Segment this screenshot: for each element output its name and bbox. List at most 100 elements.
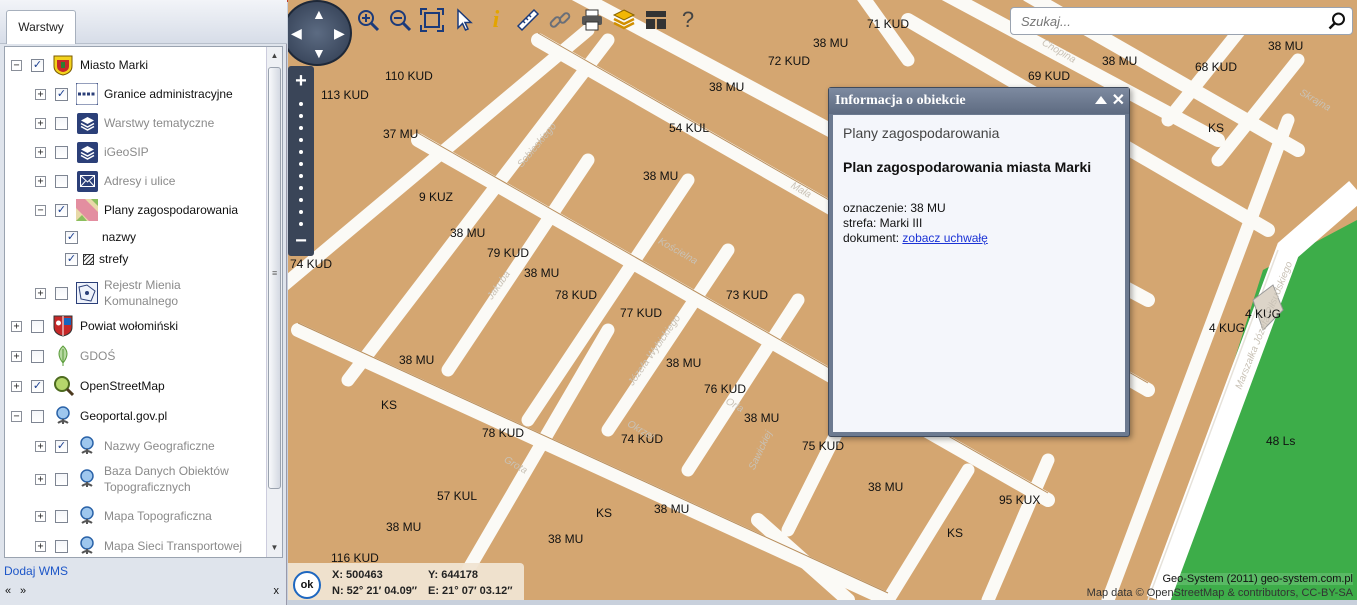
zoom-in-icon[interactable]	[354, 6, 382, 34]
layer-checkbox[interactable]	[55, 174, 68, 188]
expand-toggle[interactable]: +	[35, 287, 46, 299]
layer-checkbox[interactable]	[55, 145, 68, 159]
layer-row-miasto-marki[interactable]: − ✓ Miasto Marki	[11, 52, 148, 78]
layer-checkbox[interactable]: ✓	[65, 252, 78, 266]
scroll-down-arrow-icon[interactable]: ▼	[268, 541, 281, 555]
link-icon[interactable]	[546, 6, 574, 34]
layer-row-gdos[interactable]: + GDOŚ	[11, 343, 115, 369]
layers-stack-icon[interactable]	[610, 6, 638, 34]
ruler-icon[interactable]	[514, 6, 542, 34]
minimize-icon[interactable]	[1095, 96, 1107, 104]
zoom-level-dot[interactable]	[299, 114, 303, 118]
expand-toggle[interactable]: +	[35, 540, 46, 552]
object-info-window[interactable]: Informacja o obiekcie ✕ Plany zagospodar…	[828, 87, 1130, 437]
pan-right-icon[interactable]: ▶	[334, 26, 345, 40]
layout-icon[interactable]	[642, 6, 670, 34]
layer-row-nazwy-geograficzne[interactable]: + ✓ Nazwy Geograficzne	[35, 433, 215, 459]
layer-row-adresy[interactable]: + Adresy i ulice	[35, 168, 175, 194]
zoom-level-dot[interactable]	[299, 186, 303, 190]
layer-row-geoportal[interactable]: − Geoportal.gov.pl	[11, 403, 167, 429]
tab-warstwy[interactable]: Warstwy	[6, 10, 76, 44]
zoom-level-dot[interactable]	[299, 174, 303, 178]
collapse-toggle[interactable]: −	[11, 410, 22, 422]
info-icon[interactable]: i	[482, 6, 510, 34]
expand-toggle[interactable]: +	[35, 510, 46, 522]
collapse-panel-button[interactable]: «	[5, 585, 11, 597]
collapse-toggle[interactable]: −	[35, 204, 46, 216]
pan-down-icon[interactable]: ▼	[312, 46, 326, 60]
layer-checkbox[interactable]	[55, 472, 68, 486]
zoom-level-dot[interactable]	[299, 210, 303, 214]
layer-row-osm[interactable]: + ✓ OpenStreetMap	[11, 373, 165, 399]
add-wms-link[interactable]: Dodaj WMS	[4, 564, 68, 578]
layer-checkbox[interactable]: ✓	[31, 379, 44, 393]
search-icon[interactable]	[1328, 12, 1346, 33]
layer-checkbox[interactable]	[55, 116, 68, 130]
expand-toggle[interactable]: +	[11, 320, 22, 332]
expand-toggle[interactable]: +	[35, 175, 46, 187]
close-panel-button[interactable]: x	[274, 585, 280, 597]
zoom-level-dot[interactable]	[299, 162, 303, 166]
expand-toggle[interactable]: +	[11, 380, 22, 392]
print-icon[interactable]	[578, 6, 606, 34]
pan-up-icon[interactable]: ▲	[312, 7, 326, 21]
map-label: 37 MU	[383, 127, 419, 141]
layer-row-mapa-sieci[interactable]: + Mapa Sieci Transportowej	[35, 533, 242, 557]
expand-toggle[interactable]: +	[11, 350, 22, 362]
layer-checkbox[interactable]: ✓	[55, 439, 68, 453]
info-window-header[interactable]: Informacja o obiekcie ✕	[829, 88, 1129, 114]
layer-checkbox[interactable]	[55, 509, 68, 523]
layer-row-igeosip[interactable]: + iGeoSIP	[35, 139, 149, 165]
search-box[interactable]	[1010, 7, 1353, 35]
layer-checkbox[interactable]	[55, 286, 68, 300]
zoom-level-dot[interactable]	[299, 102, 303, 106]
zoom-out-icon[interactable]	[386, 6, 414, 34]
layer-row-powiat[interactable]: + Powiat wołomiński	[11, 313, 178, 339]
expand-panel-button[interactable]: »	[20, 585, 26, 597]
layer-row-rejestr[interactable]: + Rejestr Mienia Komunalnego	[35, 277, 254, 309]
zoom-level-dot[interactable]	[299, 222, 303, 226]
zoom-level-dot[interactable]	[299, 126, 303, 130]
zoom-level-dot[interactable]	[299, 138, 303, 142]
layer-row-bdot[interactable]: + Baza Danych Obiektów Topograficznych	[35, 462, 254, 496]
scroll-thumb[interactable]: ≡	[268, 67, 281, 489]
zoom-level-dot[interactable]	[299, 150, 303, 154]
layer-checkbox[interactable]: ✓	[31, 58, 44, 72]
expand-toggle[interactable]: +	[35, 440, 46, 452]
layer-checkbox[interactable]	[31, 349, 44, 363]
layer-row-warstwy-tematyczne[interactable]: + Warstwy tematyczne	[35, 110, 214, 136]
zoom-out-icon[interactable]: −	[288, 230, 314, 253]
ok-button[interactable]: ok	[293, 571, 321, 599]
layer-tree-scrollbar[interactable]: ▲ ≡ ▼	[266, 47, 282, 557]
layer-checkbox[interactable]	[55, 539, 68, 553]
sublayer-row-strefy[interactable]: ✓ strefy	[65, 246, 128, 272]
property-register-icon	[76, 282, 98, 304]
zoom-level-dot[interactable]	[299, 198, 303, 202]
attribution-geosystem[interactable]: Geo-System (2011) geo-system.com.pl	[1162, 573, 1353, 585]
layer-checkbox[interactable]: ✓	[55, 87, 68, 101]
document-link[interactable]: zobacz uchwałę	[902, 231, 987, 245]
layer-checkbox[interactable]	[31, 409, 44, 423]
collapse-toggle[interactable]: −	[11, 59, 22, 71]
pan-left-icon[interactable]: ◀	[291, 26, 302, 40]
close-icon[interactable]: ✕	[1112, 88, 1125, 114]
layer-row-mapa-topograficzna[interactable]: + Mapa Topograficzna	[35, 503, 212, 529]
attribution-osm[interactable]: Map data © OpenStreetMap & contributors,…	[1087, 587, 1353, 599]
zoom-extent-icon[interactable]	[418, 6, 446, 34]
zoom-slider[interactable]: + −	[288, 66, 314, 256]
layer-row-granice[interactable]: + ✓ Granice administracyjne	[35, 81, 233, 107]
search-input[interactable]	[1019, 12, 1319, 30]
scroll-up-arrow-icon[interactable]: ▲	[268, 49, 281, 63]
expand-toggle[interactable]: +	[35, 473, 46, 485]
expand-toggle[interactable]: +	[35, 117, 46, 129]
help-icon[interactable]: ?	[674, 6, 702, 34]
expand-toggle[interactable]: +	[35, 88, 46, 100]
layer-row-plany[interactable]: − ✓ Plany zagospodarowania	[35, 197, 238, 223]
zoom-in-icon[interactable]: +	[288, 70, 314, 93]
layer-checkbox[interactable]	[31, 319, 44, 333]
layer-checkbox[interactable]: ✓	[65, 230, 78, 244]
expand-toggle[interactable]: +	[35, 146, 46, 158]
map-viewport[interactable]: 71 KUD 38 MU 38 MU 110 KUD 72 KUD 69 KUD…	[288, 0, 1357, 600]
layer-checkbox[interactable]: ✓	[55, 203, 68, 217]
pointer-icon[interactable]	[450, 6, 478, 34]
